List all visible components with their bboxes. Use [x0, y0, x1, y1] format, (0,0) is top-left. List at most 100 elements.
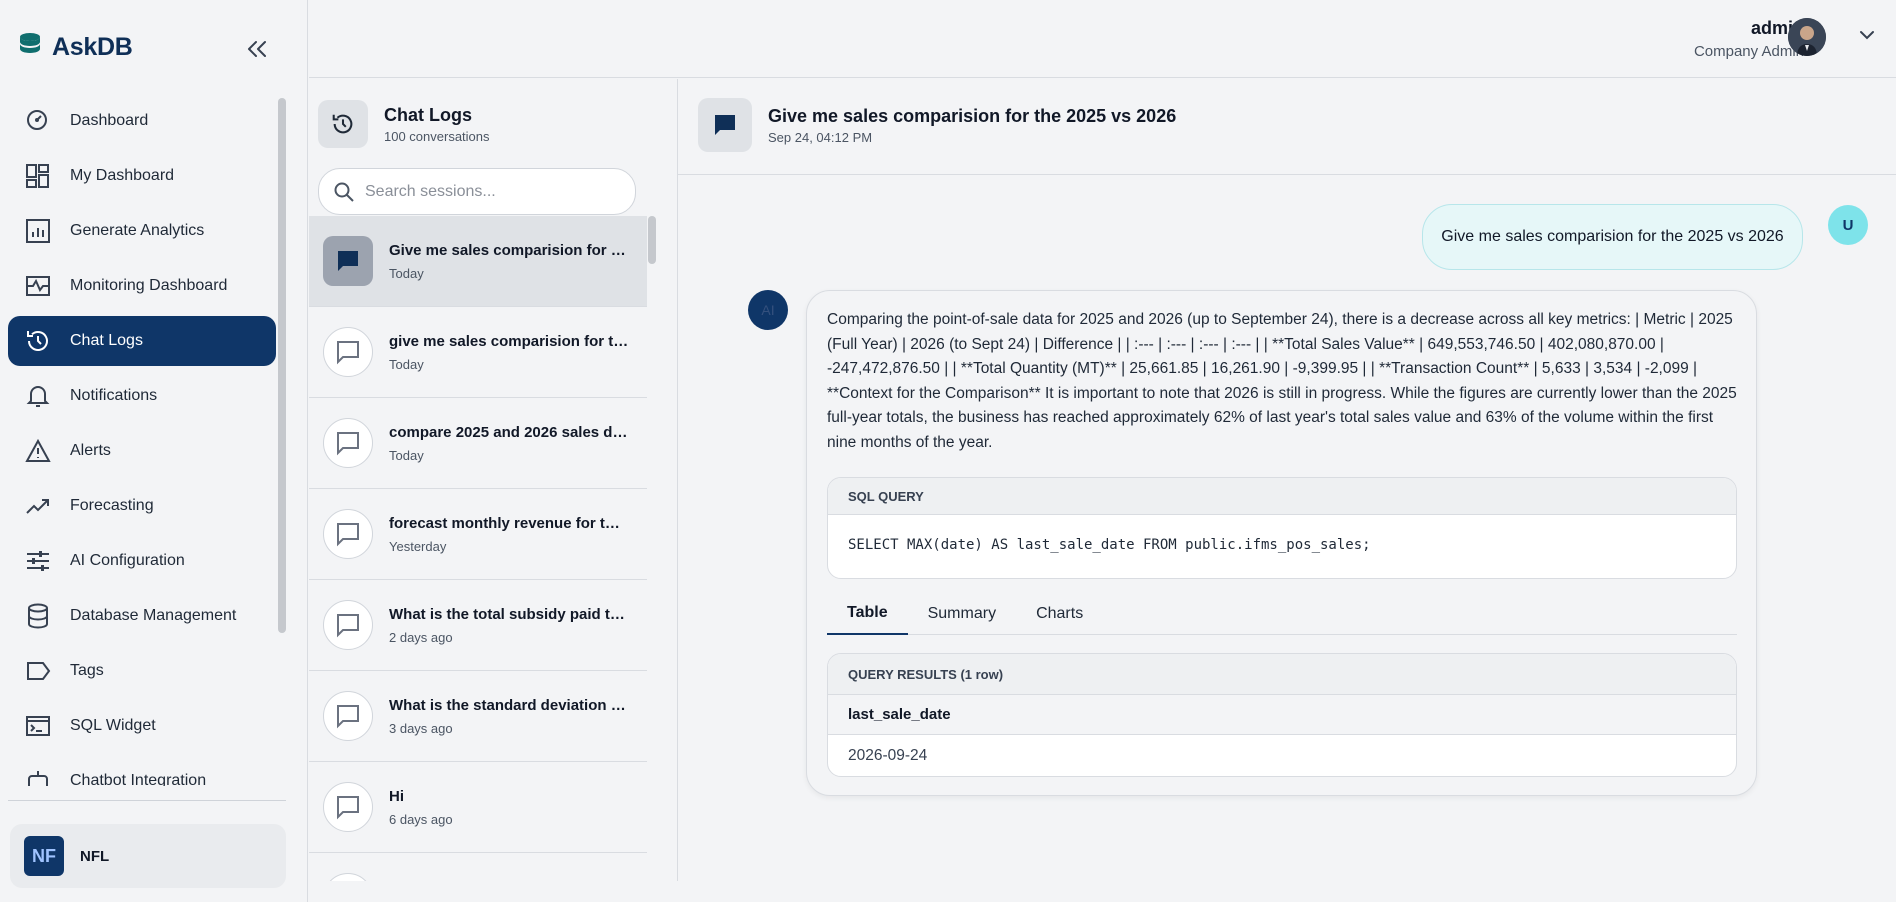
table-header-cell: last_sale_date — [828, 695, 1736, 735]
sidebar-item-chatbot-integration[interactable]: Chatbot Integration — [8, 756, 276, 786]
bot-icon — [28, 771, 48, 786]
sidebar-item-forecasting[interactable]: Forecasting — [8, 481, 276, 531]
app-name: AskDB — [52, 33, 133, 61]
user-photo-icon — [1788, 18, 1826, 56]
chat-bubble-icon — [323, 691, 373, 741]
sidebar-item-sql-widget[interactable]: SQL Widget — [8, 701, 276, 751]
list-item[interactable]: Hi 6 days ago — [309, 762, 647, 853]
sidebar-item-tags[interactable]: Tags — [8, 646, 276, 696]
tab-summary[interactable]: Summary — [908, 593, 1016, 635]
sidebar-item-label: My Dashboard — [70, 167, 175, 184]
user-message-avatar: U — [1828, 205, 1868, 245]
sidebar-item-label: SQL Widget — [70, 717, 156, 734]
trend-up-icon — [26, 499, 49, 514]
list-item[interactable]: compare 2025 and 2026 sales data Today — [309, 398, 647, 489]
tab-charts[interactable]: Charts — [1016, 593, 1103, 635]
search-input[interactable] — [365, 182, 615, 201]
sidebar-scrollbar[interactable] — [278, 98, 286, 633]
sidebar-item-database-management[interactable]: Database Management — [8, 591, 276, 641]
chat-bubble-icon — [698, 98, 752, 152]
history-button[interactable] — [318, 100, 368, 148]
sidebar-item-label: Tags — [70, 662, 104, 679]
sidebar-item-ai-configuration[interactable]: AI Configuration — [8, 536, 276, 586]
chat-bubble-icon — [323, 236, 373, 286]
sidebar-item-label: Monitoring Dashboard — [70, 277, 228, 294]
session-search[interactable] — [318, 168, 636, 215]
org-badge: NF — [24, 836, 64, 876]
ai-avatar: AI — [748, 290, 788, 330]
tab-table[interactable]: Table — [827, 593, 908, 635]
search-icon — [334, 182, 354, 202]
sidebar-item-label: AI Configuration — [70, 552, 185, 569]
page-title: Give me sales comparision for the 2025 v… — [768, 106, 1177, 126]
user-role: Company Admin — [1693, 43, 1804, 60]
session-date: Today — [389, 447, 424, 463]
sidebar-nav: Dashboard My Dashboard Generate Analytic… — [8, 96, 276, 786]
list-item[interactable]: Give me sales comparision for the 2025 v… — [309, 216, 647, 307]
sql-query-block: SQL QUERY SELECT MAX(date) AS last_sale_… — [827, 477, 1737, 579]
sidebar-divider — [8, 800, 286, 801]
avatar[interactable] — [1788, 18, 1826, 56]
chat-timestamp: Sep 24, 04:12 PM — [768, 130, 873, 145]
sidebar: AskDB Dashboard My Dashboard Generate An… — [0, 0, 308, 902]
session-title: forecast monthly revenue for the next qu… — [389, 514, 629, 532]
chat-bubble-icon — [323, 782, 373, 832]
session-title: Give me sales comparision for the 2025 v… — [389, 241, 629, 259]
monitor-pulse-icon — [26, 276, 50, 296]
sidebar-item-label: Chatbot Integration — [70, 772, 207, 786]
sql-query-code[interactable]: SELECT MAX(date) AS last_sale_date FROM … — [828, 515, 1736, 553]
sessions-panel: Chat Logs 100 conversations Give me sale… — [309, 79, 678, 881]
sql-query-label: SQL QUERY — [828, 478, 1736, 515]
sidebar-item-notifications[interactable]: Notifications — [8, 371, 276, 421]
history-icon — [27, 331, 48, 351]
sidebar-item-label: Dashboard — [70, 112, 149, 129]
table-cell: 2026-09-24 — [848, 746, 928, 764]
sidebar-item-alerts[interactable]: Alerts — [8, 426, 276, 476]
sessions-header: Chat Logs 100 conversations — [318, 100, 490, 148]
sidebar-item-monitoring-dashboard[interactable]: Monitoring Dashboard — [8, 261, 276, 311]
chat-bubble-icon — [323, 327, 373, 377]
user-message: Give me sales comparision for the 2025 v… — [1422, 204, 1803, 270]
list-item[interactable]: give me sales comparision for the 2025 v… — [309, 307, 647, 398]
session-title: What is the standard deviation of sales — [389, 696, 629, 714]
dashboard-gauge-icon — [27, 110, 47, 130]
brand[interactable]: AskDB — [18, 32, 133, 63]
org-name: NFL — [80, 847, 110, 865]
session-date: Today — [389, 356, 424, 372]
session-title: compare 2025 and 2026 sales data — [389, 423, 629, 441]
terminal-icon — [26, 716, 50, 736]
top-bar: admin Company Admin — [309, 0, 1896, 78]
bell-icon — [26, 386, 50, 407]
list-item[interactable]: What is the standard deviation of sales 3… — [309, 671, 647, 762]
bar-chart-icon — [26, 219, 50, 243]
chat-bubble-icon — [323, 600, 373, 650]
sidebar-item-label: Chat Logs — [70, 332, 143, 349]
sidebar-item-label: Alerts — [70, 442, 111, 459]
layout-grid-icon — [26, 164, 49, 188]
session-scrollbar[interactable] — [648, 216, 656, 264]
session-date: Yesterday — [389, 538, 447, 554]
list-item[interactable]: forecast monthly revenue for the next qu… — [309, 489, 647, 580]
session-title: Hi — [389, 787, 404, 805]
sidebar-item-label: Forecasting — [70, 497, 154, 514]
session-date: 6 days ago — [389, 811, 453, 827]
list-item[interactable] — [309, 853, 647, 881]
sidebar-item-dashboard[interactable]: Dashboard — [8, 96, 276, 146]
database-logo-icon — [18, 32, 42, 63]
chevrons-left-icon — [248, 41, 266, 57]
sidebar-item-chat-logs[interactable]: Chat Logs — [8, 316, 276, 366]
session-title: give me sales comparision for the 2025 v… — [389, 332, 629, 350]
sidebar-item-generate-analytics[interactable]: Generate Analytics — [8, 206, 276, 256]
organization-switcher[interactable]: NF NFL — [10, 824, 286, 888]
database-icon — [28, 603, 48, 629]
chevron-down-icon — [1860, 31, 1874, 40]
ai-response-card: Comparing the point-of-sale data for 202… — [806, 290, 1757, 796]
session-date: 2 days ago — [389, 629, 453, 645]
session-title: What is the total subsidy paid this year — [389, 605, 629, 623]
collapse-sidebar-button[interactable] — [240, 34, 274, 64]
ai-response-text: Comparing the point-of-sale data for 202… — [827, 311, 1737, 451]
sidebar-item-my-dashboard[interactable]: My Dashboard — [8, 151, 276, 201]
list-item[interactable]: What is the total subsidy paid this year… — [309, 580, 647, 671]
user-menu-dropdown[interactable] — [1858, 26, 1876, 49]
sliders-icon — [27, 551, 49, 571]
